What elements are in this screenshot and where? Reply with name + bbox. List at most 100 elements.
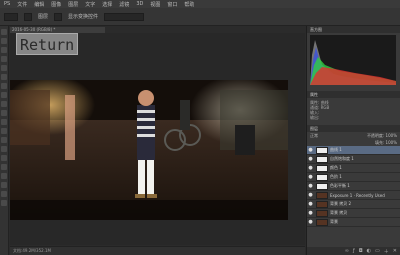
property-row: 输出: (310, 115, 320, 120)
eye-icon[interactable]: ● (307, 201, 314, 208)
layer-row[interactable]: ● 颜色 1 (307, 164, 400, 173)
menu-item[interactable]: 编辑 (34, 1, 44, 8)
menu-item[interactable]: 视图 (150, 1, 160, 8)
night-market-photo (10, 80, 288, 220)
layer-thumbnail (316, 182, 328, 190)
eye-icon[interactable]: ● (307, 183, 314, 190)
return-label: Return (16, 33, 78, 55)
eraser-icon[interactable] (1, 119, 7, 125)
menu-item[interactable]: PS (4, 1, 10, 7)
menu-item[interactable]: 选择 (102, 1, 112, 8)
history-brush-icon[interactable] (1, 110, 7, 116)
layer-thumbnail (316, 218, 328, 226)
folder-icon[interactable]: ▭ (375, 248, 380, 254)
brush-icon[interactable] (1, 92, 7, 98)
adjustment-icon[interactable]: ◐ (367, 248, 371, 254)
eye-icon[interactable]: ● (307, 156, 314, 163)
fill-row: 填充: 100% (307, 139, 400, 146)
properties-list: 属性: 曲线 通道: RGB 输入: 输出: (307, 98, 400, 122)
mask-icon[interactable]: ◘ (359, 248, 363, 254)
layer-name: 自然饱和度 1 (330, 156, 354, 161)
layer-row[interactable]: ● 色彩平衡 1 (307, 182, 400, 191)
layer-thumbnail (316, 146, 328, 154)
blend-mode-dropdown[interactable]: 正常 (310, 132, 318, 139)
layers-panel-title[interactable]: 图层 (307, 125, 400, 132)
menu-item[interactable]: 滤镜 (119, 1, 129, 8)
crop-icon[interactable] (1, 65, 7, 71)
layer-name: 曲线 1 (330, 147, 342, 152)
opacity-field[interactable]: 不透明度: 100% (367, 132, 397, 139)
new-layer-icon[interactable]: ＋ (384, 248, 389, 255)
layer-row[interactable]: ● 背景 拷贝 (307, 209, 400, 218)
layer-name: 背景 拷贝 2 (330, 201, 352, 206)
lasso-icon[interactable] (1, 47, 7, 53)
eye-icon[interactable]: ● (307, 165, 314, 172)
menu-item[interactable]: 文件 (17, 1, 27, 8)
layers-footer: ∞ ƒ ◘ ◐ ▭ ＋ ✕ (307, 247, 400, 255)
options-bar: 图层 显示变换控件 (0, 8, 400, 26)
eyedropper-icon[interactable] (1, 74, 7, 80)
histogram-panel-title[interactable]: 直方图 (307, 26, 400, 33)
layer-row[interactable]: ● 色阶 1 (307, 173, 400, 182)
show-transform-label: 显示变换控件 (68, 14, 99, 20)
photo-canvas[interactable] (10, 80, 288, 220)
layer-row[interactable]: ● Exposure 1 · Recently Used (307, 191, 400, 200)
layer-thumbnail (316, 209, 328, 217)
layer-row[interactable]: ● 自然饱和度 1 (307, 155, 400, 164)
layer-row[interactable]: ● 曲线 1 (307, 146, 400, 155)
path-select-icon[interactable] (1, 173, 7, 179)
layer-thumbnail (316, 191, 328, 199)
layer-thumbnail (316, 164, 328, 172)
layer-thumbnail (316, 173, 328, 181)
eye-icon[interactable]: ● (307, 147, 314, 154)
layer-name: 色彩平衡 1 (330, 183, 350, 188)
tools-panel (0, 26, 9, 255)
stamp-icon[interactable] (1, 101, 7, 107)
eye-icon[interactable]: ● (307, 219, 314, 226)
move-tool-icon[interactable] (4, 12, 18, 21)
eye-icon[interactable]: ● (307, 192, 314, 199)
blur-icon[interactable] (1, 137, 7, 143)
right-dock: 直方图 属性 属性: 曲线 通道: RGB 输入: 输出: 图层 正常 不透明度… (306, 26, 400, 255)
pen-icon[interactable] (1, 155, 7, 161)
link-icon[interactable]: ∞ (345, 248, 349, 254)
healing-icon[interactable] (1, 83, 7, 89)
auto-select-dropdown[interactable]: 图层 (38, 13, 48, 20)
menu-item[interactable]: 图像 (51, 1, 61, 8)
marquee-icon[interactable] (1, 38, 7, 44)
menu-item[interactable]: 帮助 (184, 1, 194, 8)
layer-name: 色阶 1 (330, 174, 342, 179)
menu-item[interactable]: 3D (136, 1, 143, 7)
eye-icon[interactable]: ● (307, 174, 314, 181)
menu-item[interactable]: 图层 (68, 1, 78, 8)
hand-icon[interactable] (1, 191, 7, 197)
trash-icon[interactable]: ✕ (393, 248, 397, 254)
status-bar: 文档:49.2M/352.1M (10, 246, 305, 255)
histogram-graph (310, 35, 396, 85)
dodge-icon[interactable] (1, 146, 7, 152)
layer-name: Exposure 1 · Recently Used (330, 192, 385, 198)
eye-icon[interactable]: ● (307, 210, 314, 217)
auto-select-checkbox[interactable] (24, 12, 32, 21)
align-buttons[interactable] (104, 12, 145, 21)
fill-field[interactable]: 填充: 100% (375, 139, 397, 146)
menu-bar: PS 文件 编辑 图像 图层 文字 选择 滤镜 3D 视图 窗口 帮助 (0, 0, 400, 8)
layer-row[interactable]: ● 背景 (307, 218, 400, 227)
menu-item[interactable]: 窗口 (167, 1, 177, 8)
move-icon[interactable] (1, 29, 7, 35)
layer-name: 背景 拷贝 (330, 210, 348, 215)
layers-list: ● 曲线 1 ● 自然饱和度 1 ● 颜色 1 ● 色阶 1 ● 色彩平衡 1 … (307, 146, 400, 227)
type-icon[interactable] (1, 164, 7, 170)
layer-options-row: 正常 不透明度: 100% (307, 132, 400, 139)
fx-icon[interactable]: ƒ (353, 248, 355, 254)
layer-name: 颜色 1 (330, 165, 342, 170)
menu-item[interactable]: 文字 (85, 1, 95, 8)
layer-thumbnail (316, 155, 328, 163)
properties-panel-title[interactable]: 属性 (307, 91, 400, 98)
show-transform-checkbox[interactable] (54, 12, 63, 21)
shape-icon[interactable] (1, 182, 7, 188)
zoom-icon[interactable] (1, 200, 7, 206)
quick-select-icon[interactable] (1, 56, 7, 62)
layer-row[interactable]: ● 背景 拷贝 2 (307, 200, 400, 209)
gradient-icon[interactable] (1, 128, 7, 134)
